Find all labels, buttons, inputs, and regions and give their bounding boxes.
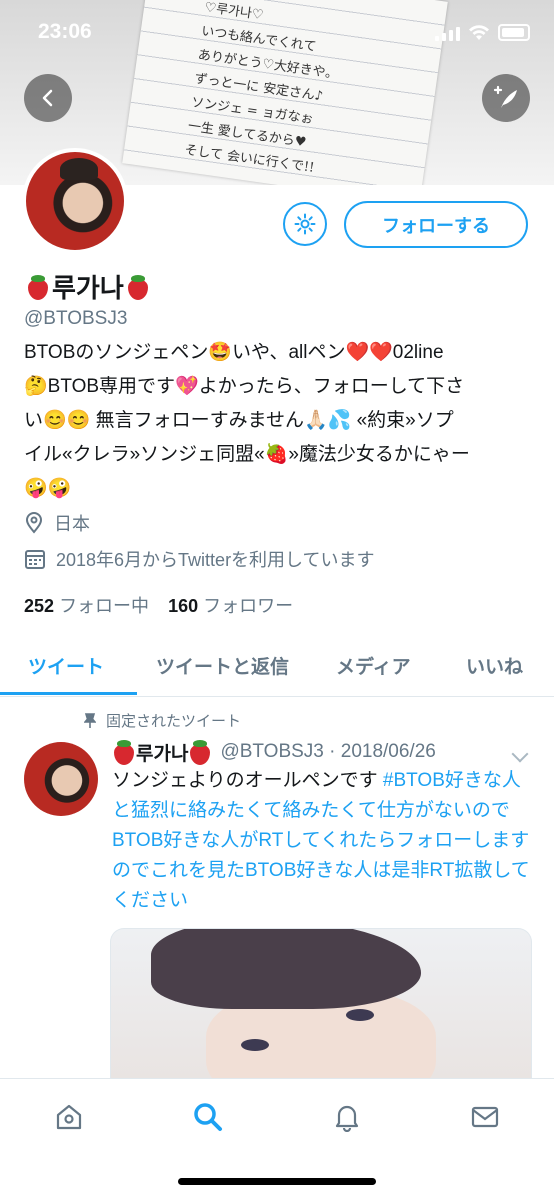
- profile-bio: BTOBのソンジェペン🤩いや、allペン❤️❤️02line 🤔BTOB専用です…: [24, 336, 539, 506]
- tab-media[interactable]: メディア: [336, 652, 411, 679]
- tweet-handle-date: @BTOBSJ3 · 2018/06/26: [220, 741, 436, 762]
- status-bar: 23:06: [0, 18, 554, 50]
- joined-text: 2018年6月からTwitterを利用しています: [56, 550, 375, 570]
- status-time: 23:06: [38, 20, 92, 43]
- profile-location: 日本: [24, 510, 90, 536]
- pinned-tweet-label: 固定されたツイート: [84, 710, 241, 731]
- tweet-media-image[interactable]: [110, 928, 532, 1079]
- settings-button[interactable]: [283, 202, 327, 246]
- strawberry-emoji-icon: [112, 738, 136, 766]
- tweet-text-body: ソンジェよりのオールペンです: [112, 770, 383, 791]
- profile-name-text: 루가나: [52, 274, 124, 304]
- following-count: 252: [24, 596, 55, 616]
- followers-link[interactable]: 160 フォロワー: [168, 596, 293, 616]
- profile-handle: @BTOBSJ3: [24, 308, 128, 329]
- profile-avatar[interactable]: [22, 148, 128, 254]
- nav-search[interactable]: [188, 1097, 228, 1137]
- bio-line: イル«クレラ»ソンジェ同盟«🍓»魔法少女るかにゃー: [24, 444, 470, 465]
- nav-notifications[interactable]: [327, 1097, 367, 1137]
- following-link[interactable]: 252 フォロー中: [24, 596, 149, 616]
- gear-icon: [294, 213, 316, 235]
- tweet-header: 루가나 @BTOBSJ3 · 2018/06/26: [112, 738, 436, 766]
- nav-messages[interactable]: [465, 1097, 505, 1137]
- compose-tweet-button[interactable]: [482, 74, 530, 122]
- wifi-icon: [469, 24, 489, 40]
- bio-line: い😊😊 無言フォローすみません🙏🏻💦 «約束»ソプ: [24, 410, 454, 431]
- home-indicator: [178, 1178, 376, 1185]
- search-icon: [194, 1103, 222, 1131]
- following-label: フォロー中: [59, 596, 150, 616]
- tab-likes[interactable]: いいね: [466, 652, 523, 679]
- compose-feather-icon: [493, 85, 517, 108]
- back-button[interactable]: [24, 74, 72, 122]
- strawberry-emoji-icon: [26, 273, 50, 301]
- bio-line: 🤪🤪: [24, 478, 72, 499]
- messages-envelope-icon: [471, 1106, 499, 1128]
- tweet-author-name[interactable]: 루가나: [112, 738, 212, 766]
- follow-counts: 252 フォロー中 160 フォロワー: [24, 592, 293, 618]
- profile-name: 루가나: [26, 268, 150, 305]
- tweet-text: ソンジェよりのオールペンです #BTOB好きな人と猛烈に絡みたくて絡みたくて仕方…: [112, 766, 537, 916]
- follow-button[interactable]: フォローする: [344, 201, 528, 248]
- tweet-author-avatar[interactable]: [24, 742, 98, 816]
- profile-tabs: ツイート ツイートと返信 メディア いいね: [0, 640, 554, 697]
- profile-joined: 2018年6月からTwitterを利用しています: [24, 546, 375, 572]
- calendar-icon: [25, 550, 45, 569]
- followers-label: フォロワー: [203, 596, 294, 616]
- battery-icon: [498, 24, 530, 41]
- strawberry-emoji-icon: [126, 273, 150, 301]
- home-icon: [56, 1104, 82, 1130]
- tweet-hashtag-link[interactable]: #BTOB好きな人と猛烈に絡みたくて絡みたくて仕方がないのでBTOB好きな人がR…: [112, 770, 530, 911]
- strawberry-emoji-icon: [188, 738, 212, 766]
- tab-tweets-and-replies[interactable]: ツイートと返信: [156, 652, 289, 679]
- followers-count: 160: [168, 596, 199, 616]
- location-text: 日本: [54, 514, 90, 534]
- cellular-signal-icon: [435, 25, 460, 41]
- nav-home[interactable]: [49, 1097, 89, 1137]
- pinned-label-text: 固定されたツイート: [106, 713, 242, 730]
- bio-line: 🤔BTOB専用です💖よかったら、フォローして下さ: [24, 376, 465, 397]
- notifications-bell-icon: [335, 1105, 359, 1132]
- tweet-menu-chevron-icon[interactable]: [511, 745, 529, 763]
- bio-line: BTOBのソンジェペン🤩いや、allペン❤️❤️02line: [24, 342, 444, 363]
- tab-tweets[interactable]: ツイート: [28, 652, 104, 679]
- chevron-left-icon: [42, 89, 53, 107]
- location-pin-icon: [25, 512, 43, 534]
- pin-icon: [84, 712, 96, 728]
- tweet-author-name-text: 루가나: [136, 743, 189, 765]
- active-tab-indicator: [0, 692, 137, 695]
